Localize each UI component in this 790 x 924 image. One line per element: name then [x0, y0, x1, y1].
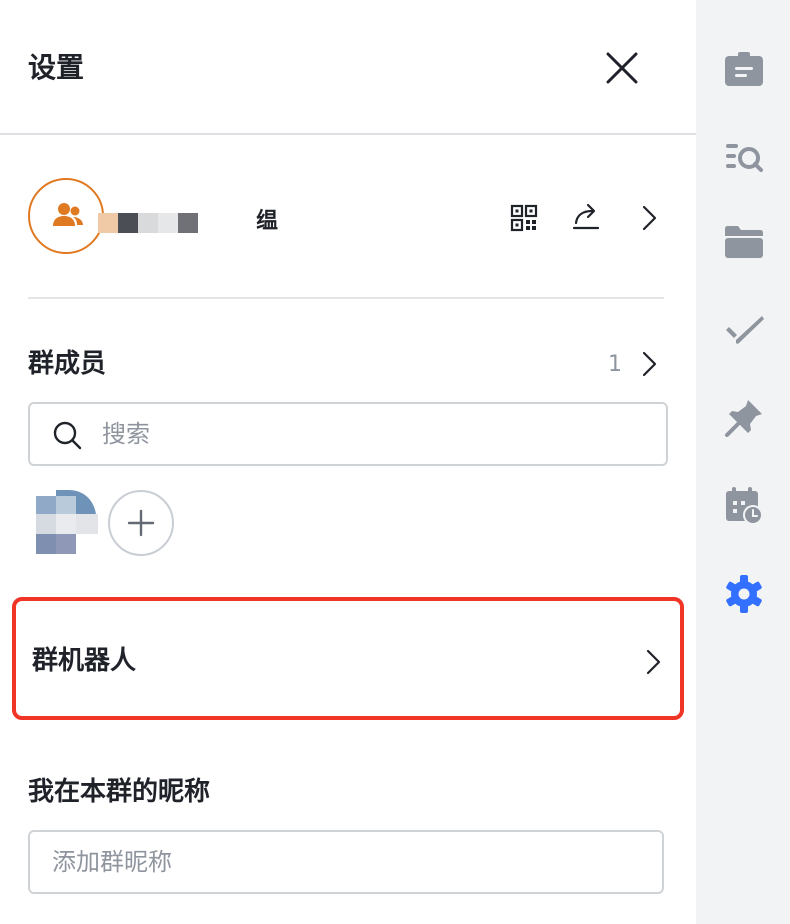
member-avatar-image [36, 490, 98, 554]
group-icon [53, 203, 83, 226]
qr-code-button[interactable] [510, 204, 538, 232]
settings-icon [726, 575, 762, 613]
folder-icon [725, 226, 763, 258]
chevron-right-icon [642, 351, 657, 377]
member-count[interactable]: 1 [608, 350, 622, 380]
rail-calendar-button[interactable] [724, 486, 764, 526]
add-member-button[interactable] [108, 490, 174, 556]
close-button[interactable] [600, 46, 644, 90]
group-bots-row[interactable]: 群机器人 [12, 597, 684, 720]
group-name[interactable]: 缊 [256, 207, 278, 237]
chevron-right-icon [642, 205, 657, 231]
group-bots-label: 群机器人 [32, 646, 137, 676]
group-avatar[interactable] [28, 178, 104, 254]
qr-code-icon [510, 204, 538, 232]
nickname-input[interactable] [28, 830, 664, 894]
plus-icon [127, 509, 155, 537]
close-icon [606, 52, 638, 84]
search-placeholder: 搜索 [102, 420, 150, 448]
rail-tasks-button[interactable] [724, 310, 764, 350]
calendar-icon [726, 487, 763, 525]
chevron-right-icon [646, 649, 661, 675]
share-icon [572, 203, 600, 230]
group-name-pixelated [98, 213, 198, 233]
header-divider [0, 133, 696, 135]
rail-settings-button[interactable] [724, 574, 764, 614]
settings-panel: 设置 缊 群成员 1 搜索 群机器人 我在本群的昵称 添加群昵称 [0, 0, 696, 924]
rail-pins-button[interactable] [724, 398, 764, 438]
members-title: 群成员 [28, 349, 107, 379]
search-history-icon [726, 144, 763, 172]
nickname-title: 我在本群的昵称 [28, 777, 211, 807]
rail-files-button[interactable] [724, 222, 764, 262]
task-icon [726, 316, 764, 344]
section-divider [28, 297, 664, 299]
member-avatar[interactable] [36, 490, 100, 554]
members-chevron[interactable] [638, 350, 662, 378]
page-title: 设置 [28, 51, 85, 84]
pin-icon [725, 400, 762, 437]
rail-announcement-button[interactable] [724, 48, 764, 88]
rail-search-history-button[interactable] [724, 138, 764, 178]
member-search-input[interactable]: 搜索 [28, 402, 668, 466]
announcement-icon [725, 52, 763, 86]
group-info-chevron[interactable] [638, 204, 662, 232]
search-icon [53, 421, 82, 450]
share-button[interactable] [570, 200, 602, 234]
